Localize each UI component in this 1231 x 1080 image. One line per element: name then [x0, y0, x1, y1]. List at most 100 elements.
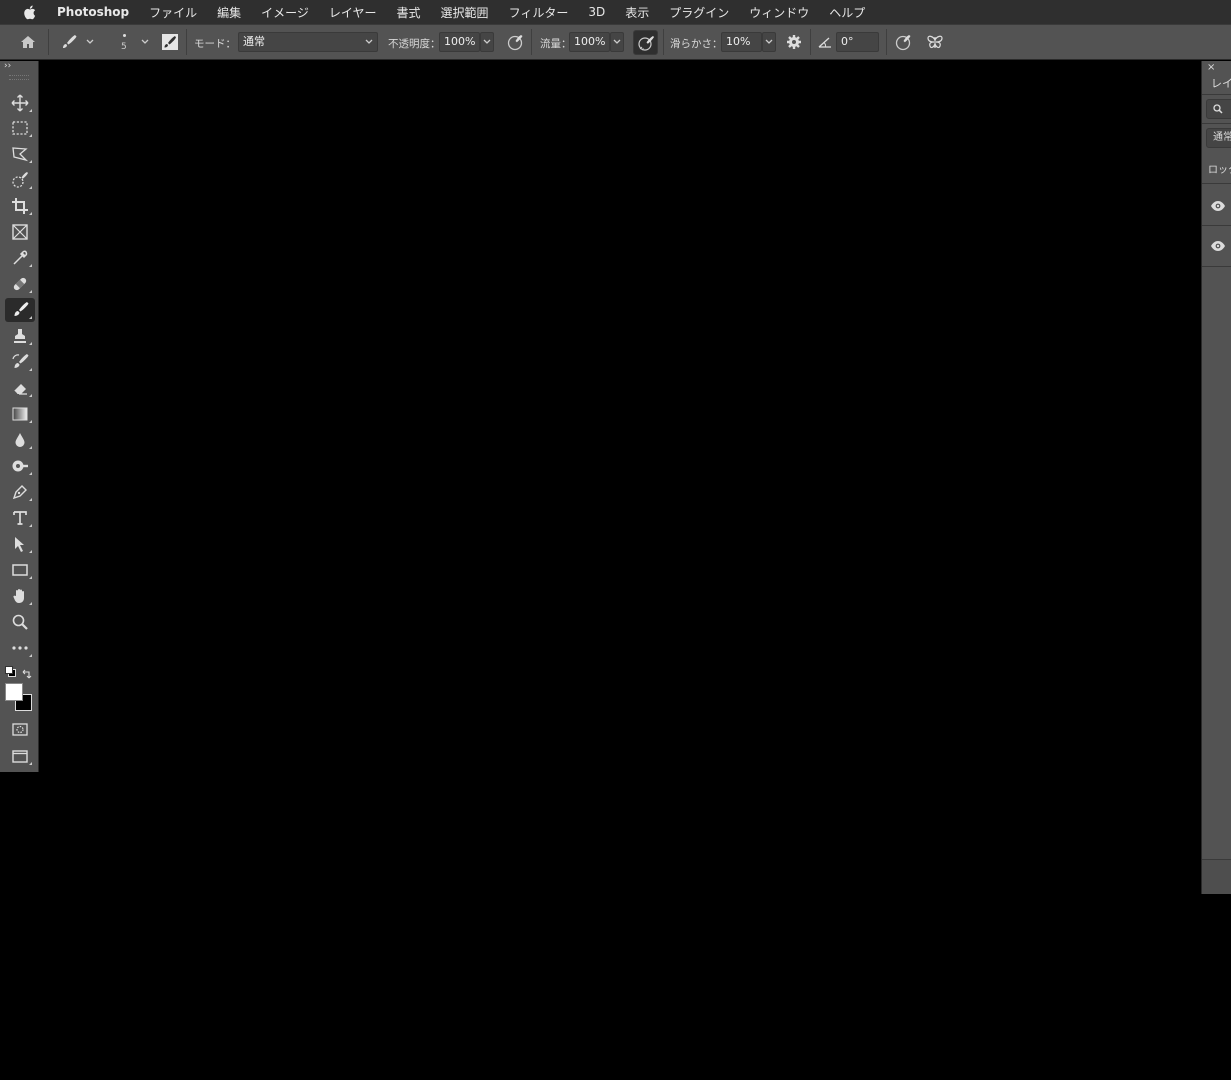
quick-selection-tool[interactable] — [5, 168, 35, 192]
blend-mode-select[interactable]: 通常 — [1206, 128, 1231, 148]
eyedropper-tool[interactable] — [5, 246, 35, 270]
home-icon[interactable] — [17, 31, 39, 53]
tools-panel: ›› — [0, 61, 39, 772]
separator — [531, 29, 532, 55]
gradient-tool[interactable] — [5, 402, 35, 426]
brush-icon — [14, 302, 29, 316]
eraser-tool[interactable] — [5, 376, 35, 400]
menu-plugins[interactable]: プラグイン — [659, 4, 739, 21]
chevron-down-icon — [613, 39, 621, 44]
separator — [810, 29, 811, 55]
drop-icon — [15, 433, 25, 447]
smoothing-input[interactable]: 10% — [721, 32, 762, 52]
swap-colors-icon[interactable] — [21, 665, 33, 679]
rectangular-marquee-tool[interactable] — [5, 116, 35, 140]
tool-preset-chevron-icon[interactable] — [86, 36, 94, 48]
layer-filter-search[interactable] — [1206, 99, 1231, 119]
healing-brush-tool[interactable] — [5, 272, 35, 296]
brush-size-label: 5 — [121, 42, 127, 52]
toolbar-collapse-button[interactable]: ›› — [4, 61, 11, 71]
pressure-opacity-icon[interactable] — [504, 31, 526, 53]
menu-layer[interactable]: レイヤー — [319, 4, 387, 21]
crop-tool[interactable] — [5, 194, 35, 218]
zoom-tool[interactable] — [5, 610, 35, 634]
dodge-tool[interactable] — [5, 454, 35, 478]
airbrush-toggle-button[interactable] — [633, 30, 658, 55]
menu-select[interactable]: 選択範囲 — [431, 4, 499, 21]
eyedropper-icon — [13, 250, 28, 265]
gradient-icon — [12, 407, 28, 421]
opacity-dropdown-button[interactable] — [480, 32, 494, 52]
polygonal-lasso-icon — [12, 147, 29, 162]
quick-mask-button[interactable] — [5, 717, 35, 741]
panel-close-button[interactable]: × — [1207, 62, 1215, 73]
layer-visibility-eye-icon[interactable] — [1210, 240, 1226, 252]
rectangle-tool[interactable] — [5, 558, 35, 582]
path-selection-tool[interactable] — [5, 532, 35, 556]
bandage-icon — [13, 277, 27, 291]
separator — [48, 29, 49, 55]
brush-settings-panel-icon[interactable] — [159, 31, 181, 53]
screen-mode-button[interactable] — [5, 744, 35, 768]
quick-mask-icon — [12, 723, 28, 736]
opacity-input[interactable]: 100% — [439, 32, 480, 52]
foreground-color-swatch[interactable] — [5, 683, 23, 701]
menu-3d[interactable]: 3D — [578, 5, 615, 19]
hand-icon — [13, 589, 24, 603]
layer-visibility-eye-icon[interactable] — [1210, 200, 1226, 212]
toolbar-drag-handle[interactable] — [9, 75, 29, 80]
brush-tip-dot-icon — [123, 34, 126, 37]
hand-tool[interactable] — [5, 584, 35, 608]
menu-filter[interactable]: フィルター — [499, 4, 579, 21]
document-canvas[interactable] — [39, 61, 1201, 1080]
menu-edit[interactable]: 編集 — [207, 4, 251, 21]
airbrush-icon — [637, 35, 654, 51]
move-icon — [11, 94, 29, 112]
lasso-tool[interactable] — [5, 142, 35, 166]
menu-app-name[interactable]: Photoshop — [55, 5, 139, 19]
separator — [663, 29, 664, 55]
tool-preset-brush-icon[interactable] — [58, 31, 80, 53]
chevron-down-icon — [765, 39, 773, 44]
smoothing-label: 滑らかさ： — [670, 38, 723, 50]
menu-image[interactable]: イメージ — [251, 4, 319, 21]
history-brush-icon — [12, 354, 29, 368]
type-tool[interactable] — [5, 506, 35, 530]
clone-stamp-tool[interactable] — [5, 324, 35, 348]
brush-preset-chevron-icon[interactable] — [141, 36, 149, 48]
smoothing-options-gear-icon[interactable] — [783, 31, 805, 53]
blur-tool[interactable] — [5, 428, 35, 452]
divider — [1202, 266, 1231, 267]
pen-tool[interactable] — [5, 480, 35, 504]
default-colors-icon[interactable] — [5, 666, 16, 677]
frame-tool[interactable] — [5, 220, 35, 244]
move-tool[interactable] — [5, 91, 35, 115]
mode-select[interactable]: 通常 — [238, 32, 378, 52]
symmetry-butterfly-icon[interactable] — [924, 31, 946, 53]
brush-tool[interactable] — [5, 298, 35, 322]
menu-view[interactable]: 表示 — [615, 4, 659, 21]
dodge-icon — [12, 460, 28, 472]
menu-type[interactable]: 書式 — [387, 4, 431, 21]
arrow-cursor-icon — [15, 537, 24, 552]
menu-window[interactable]: ウィンドウ — [739, 4, 819, 21]
pressure-size-icon[interactable] — [892, 31, 914, 53]
screen-mode-icon — [12, 750, 28, 763]
menu-help[interactable]: ヘルプ — [819, 4, 875, 21]
history-brush-tool[interactable] — [5, 350, 35, 374]
apple-menu-icon[interactable] — [19, 0, 39, 24]
separator — [186, 29, 187, 55]
layers-panel-footer — [1202, 859, 1231, 894]
brush-angle-input[interactable]: 0° — [836, 32, 879, 52]
layers-tab[interactable]: レイ — [1211, 75, 1231, 91]
quick-selection-icon — [12, 172, 28, 188]
divider — [1202, 225, 1231, 226]
smoothing-dropdown-button[interactable] — [762, 32, 776, 52]
chevron-down-icon — [483, 39, 491, 44]
flow-dropdown-button[interactable] — [610, 32, 624, 52]
edit-toolbar-button[interactable] — [5, 636, 35, 660]
menu-file[interactable]: ファイル — [139, 4, 207, 21]
brush-preset-picker[interactable]: 5 — [113, 31, 135, 55]
opacity-label: 不透明度： — [388, 38, 441, 50]
flow-input[interactable]: 100% — [569, 32, 610, 52]
